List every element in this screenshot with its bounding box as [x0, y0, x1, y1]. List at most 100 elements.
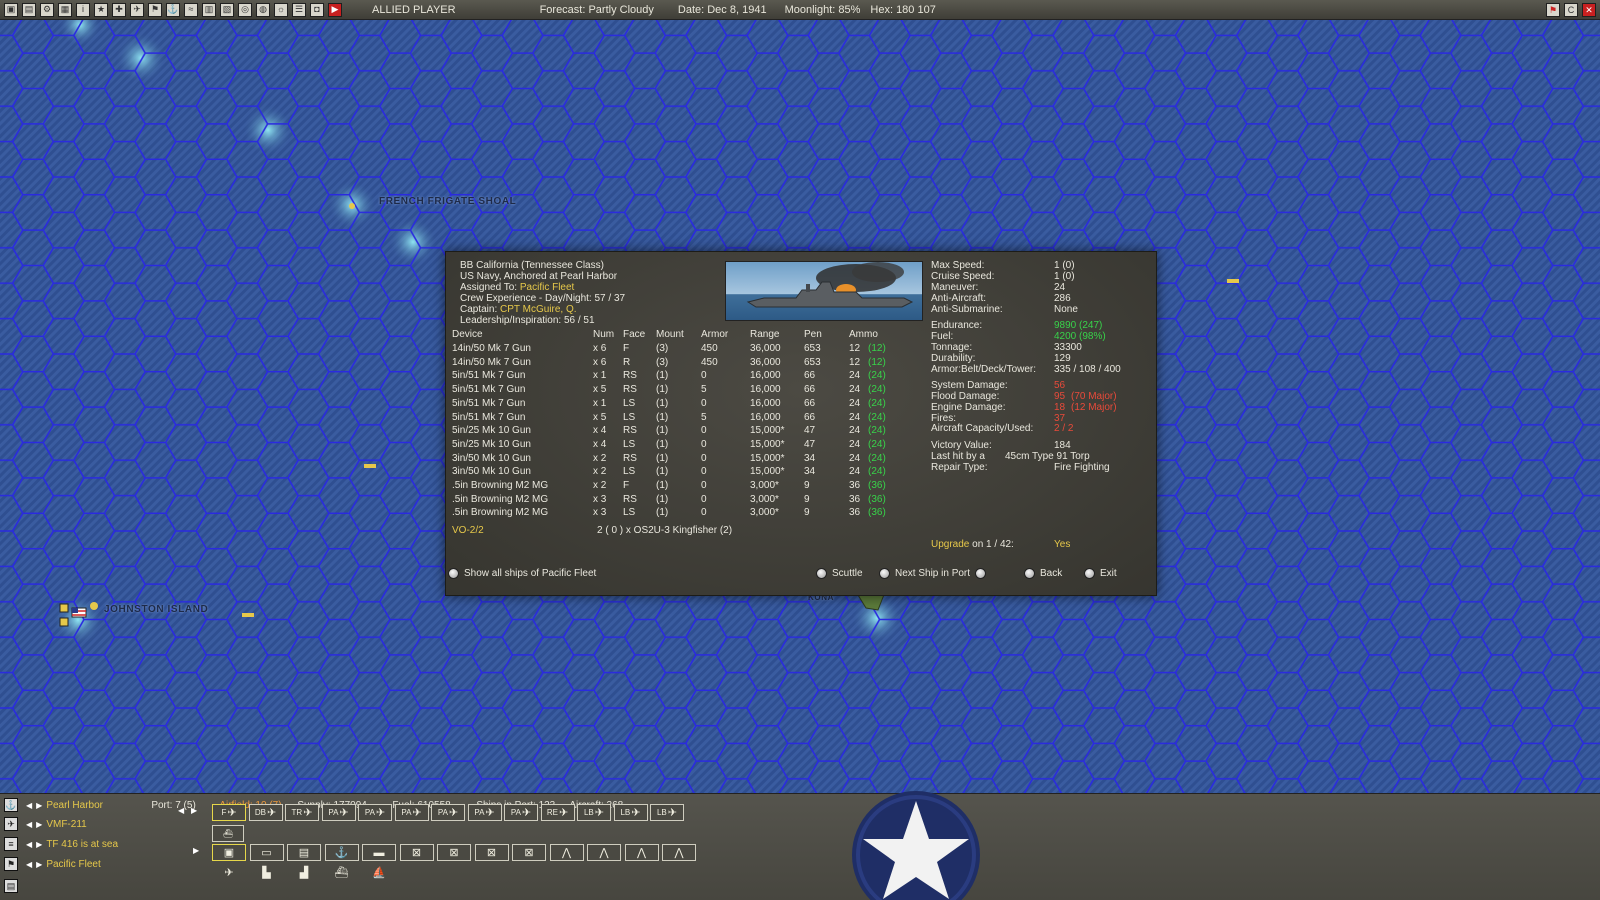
scuttle-button[interactable]: Scuttle — [816, 568, 863, 579]
city-icon[interactable]: ▟ — [287, 864, 321, 881]
fleet-name[interactable]: Pacific Fleet — [46, 859, 100, 870]
map-icon[interactable]: ▣ — [4, 2, 18, 17]
cargo-icon[interactable]: ▬ — [362, 844, 396, 861]
factory-icon[interactable]: ▙ — [250, 864, 284, 881]
air-filter-pa[interactable]: PA ✈ — [394, 804, 429, 821]
c-icon[interactable]: C — [1564, 3, 1578, 17]
landing-icon[interactable]: ⛵ — [362, 864, 396, 881]
flag-icon[interactable]: ⚑ — [148, 2, 162, 17]
device-ammo: 24 — [849, 438, 861, 450]
repair-type-value: Fire Fighting — [1054, 462, 1110, 473]
air-filter-lb[interactable]: LB ✈ — [577, 804, 611, 821]
last-hit-label: Last hit by a — [931, 451, 985, 462]
group-icon[interactable]: ▣ — [212, 844, 246, 861]
ship-icon[interactable]: ⛴ — [325, 864, 359, 881]
task-force-icon[interactable]: ≡ — [4, 837, 18, 851]
next-arrow-icon[interactable]: ▶ — [193, 846, 199, 855]
prev-arrow-icon[interactable]: ◀ — [26, 820, 32, 829]
hq-icon[interactable]: ★ — [94, 2, 108, 17]
air-filter-lb[interactable]: LB ✈ — [613, 804, 648, 821]
air-unit-name[interactable]: VMF-211 — [46, 819, 86, 830]
ship-type-filter[interactable]: ⛴ — [212, 825, 244, 842]
settings-icon[interactable]: ⚙ — [40, 2, 54, 17]
prev-arrow-icon[interactable]: ◀ — [178, 806, 184, 815]
info-icon[interactable]: i — [76, 2, 90, 17]
carrier-icon[interactable]: ▭ — [249, 844, 284, 861]
unit-list-icon[interactable]: ▤ — [4, 879, 18, 893]
aircraft-capacity-label: Aircraft Capacity/Used: — [931, 423, 1034, 434]
airfield-icon[interactable]: ✚ — [112, 2, 126, 17]
base-name[interactable]: Pearl Harbor — [46, 800, 151, 811]
air-filter-pa[interactable]: PA ✈ — [358, 804, 392, 821]
next-arrow-icon[interactable]: ▶ — [36, 840, 42, 849]
end-turn-icon[interactable]: ▶ — [328, 2, 342, 17]
port-icon[interactable]: ⚓ — [166, 2, 180, 17]
device-name: 5in/25 Mk 10 Gun — [452, 438, 531, 450]
back-button[interactable]: Back — [1024, 568, 1062, 579]
globe-icon[interactable]: ◍ — [256, 2, 270, 17]
air-group-link[interactable]: VO-2/2 — [452, 525, 484, 536]
stat-label: Cruise Speed: — [931, 271, 995, 282]
x-icon[interactable]: ⊠ — [474, 844, 509, 861]
victory-value-label: Victory Value: — [931, 440, 992, 451]
sub-icon[interactable]: ⋀ — [624, 844, 659, 861]
sub-icon[interactable]: ⋀ — [587, 844, 621, 861]
air-filter-re[interactable]: RE ✈ — [540, 804, 575, 821]
x-icon[interactable]: ⊠ — [399, 844, 434, 861]
airbase-icon[interactable]: ✈ — [130, 2, 144, 17]
air-filter-db[interactable]: DB ✈ — [248, 804, 283, 821]
next-arrow-icon[interactable] — [975, 568, 987, 579]
captain-value[interactable]: CPT McGuire, Q. — [500, 304, 577, 315]
camera-icon[interactable]: ◘ — [310, 2, 324, 17]
target-icon[interactable]: ◎ — [238, 2, 252, 17]
prev-arrow-icon[interactable]: ◀ — [26, 801, 32, 810]
air-filter-pa[interactable]: PA ✈ — [431, 804, 465, 821]
exit-button[interactable]: Exit — [1084, 568, 1117, 579]
device-ammo: 24 — [849, 397, 861, 409]
air-filter-f[interactable]: F ✈ — [212, 804, 246, 821]
prev-arrow-icon[interactable]: ◀ — [26, 840, 32, 849]
chart-icon[interactable]: ▥ — [202, 2, 216, 17]
air-filter-pa[interactable]: PA ✈ — [321, 804, 356, 821]
intel-icon[interactable]: ▧ — [220, 2, 234, 17]
anchor-icon[interactable]: ⚓ — [4, 798, 18, 812]
air-filter-lb[interactable]: LB ✈ — [650, 804, 684, 821]
next-arrow-icon[interactable]: ▶ — [36, 820, 42, 829]
show-all-ships-button[interactable]: Show all ships of Pacific Fleet — [448, 568, 596, 579]
plane-icon[interactable]: ✈ — [212, 864, 246, 881]
next-arrow-icon[interactable]: ▶ — [36, 860, 42, 869]
forecast-label: Forecast: Partly Cloudy — [539, 3, 654, 16]
next-arrow-icon[interactable]: ▶ — [36, 801, 42, 810]
device-pen: 9 — [804, 480, 810, 491]
close-icon[interactable]: ✕ — [1582, 3, 1596, 17]
task-force-name[interactable]: TF 416 is at sea — [46, 839, 118, 850]
air-filter-pa[interactable]: PA ✈ — [504, 804, 538, 821]
supply-icon[interactable]: ≈ — [184, 2, 198, 17]
prev-arrow-icon[interactable] — [879, 568, 890, 579]
x-icon[interactable]: ⊠ — [437, 844, 471, 861]
air-filter-tr[interactable]: TR ✈ — [285, 804, 319, 821]
assigned-value[interactable]: Pacific Fleet — [520, 282, 574, 293]
device-pen: 653 — [804, 343, 821, 354]
report-icon[interactable]: ▤ — [22, 2, 36, 17]
flag-icon[interactable]: ⚑ — [1546, 3, 1560, 17]
device-num: x 2 — [593, 452, 607, 464]
prev-arrow-icon[interactable]: ◀ — [26, 860, 32, 869]
sub-icon[interactable]: ⋀ — [549, 844, 584, 861]
flag-icon[interactable]: ⚑ — [4, 857, 18, 871]
sun-icon[interactable]: ☼ — [274, 2, 288, 17]
upgrade-link[interactable]: Upgrade — [931, 539, 969, 550]
x-icon[interactable]: ⊠ — [512, 844, 546, 861]
device-pen: 47 — [804, 425, 816, 437]
tanker-icon[interactable]: ▤ — [287, 844, 321, 861]
list-icon[interactable]: ☰ — [292, 2, 306, 17]
anchor-icon[interactable]: ⚓ — [324, 844, 359, 861]
plane-icon: ✈ — [558, 807, 569, 819]
next-ship-button[interactable]: Next Ship in Port — [879, 568, 987, 579]
plane-icon[interactable]: ✈ — [4, 817, 18, 831]
sub-icon[interactable]: ⋀ — [662, 844, 696, 861]
air-filter-pa[interactable]: PA ✈ — [467, 804, 502, 821]
next-arrow-icon[interactable]: ▶ — [191, 806, 197, 815]
device-ammo-reserve: (24) — [868, 466, 886, 478]
save-icon[interactable]: ▦ — [58, 2, 72, 17]
